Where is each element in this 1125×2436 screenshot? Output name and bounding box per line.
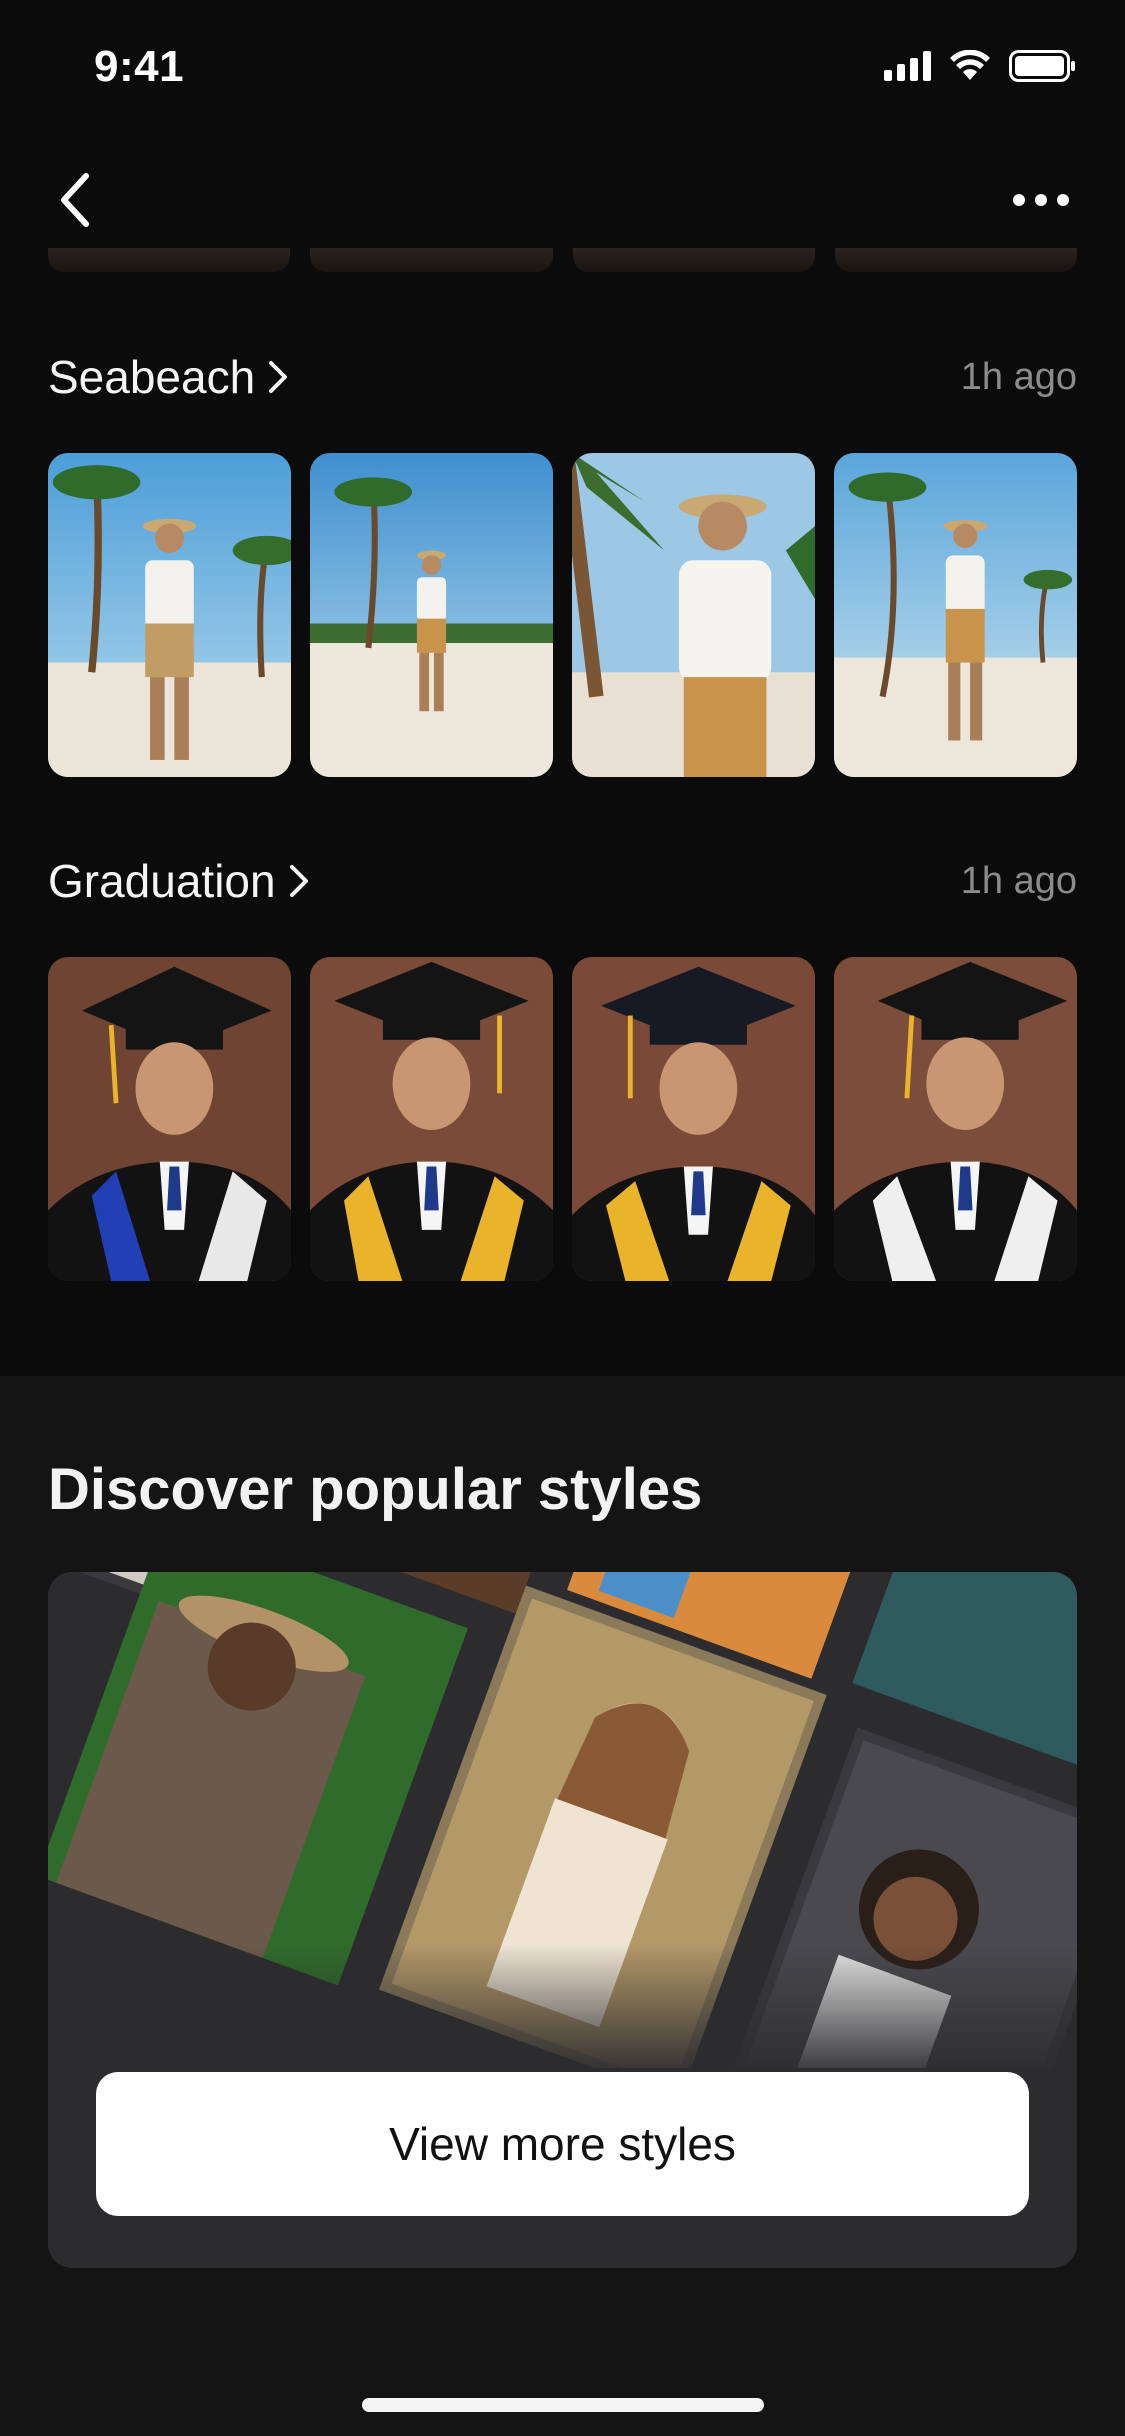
section-time: 1h ago [960, 859, 1077, 902]
chevron-right-icon [289, 865, 308, 897]
previous-photo-row [48, 248, 1077, 272]
wifi-icon [950, 50, 990, 80]
beach-photo-thumbnail[interactable] [310, 453, 553, 777]
cellular-signal-icon [884, 51, 931, 81]
ellipsis-icon [1013, 194, 1025, 206]
beach-photo-thumbnail[interactable] [572, 453, 815, 777]
graduation-photo-thumbnail[interactable] [572, 957, 815, 1281]
section-time: 1h ago [960, 355, 1077, 398]
battery-icon [1009, 50, 1075, 82]
section-title-text: Seabeach [48, 351, 256, 403]
section-title: Graduation [48, 854, 310, 908]
chevron-right-icon [269, 361, 288, 393]
discover-section: Discover popular styles View more styles [0, 1376, 1125, 2436]
seabeach-photo-row [48, 453, 1077, 777]
chevron-left-icon [61, 173, 89, 227]
section-title-text: Graduation [48, 855, 276, 907]
back-button[interactable] [44, 168, 108, 232]
graduation-photo-thumbnail[interactable] [834, 957, 1077, 1281]
section-title: Seabeach [48, 350, 289, 404]
styles-collage-card[interactable]: View more styles [48, 1572, 1077, 2268]
status-time: 9:41 [94, 42, 185, 91]
status-bar: 9:41 [0, 0, 1125, 140]
graduation-photo-thumbnail[interactable] [310, 957, 553, 1281]
graduation-photo-thumbnail[interactable] [48, 957, 291, 1281]
more-options-button[interactable] [1001, 168, 1081, 232]
graduation-photo-row [48, 957, 1077, 1281]
beach-photo-thumbnail[interactable] [48, 453, 291, 777]
home-indicator [362, 2398, 764, 2412]
status-icons [884, 50, 1077, 82]
nav-bar [0, 160, 1125, 240]
discover-title: Discover popular styles [48, 1457, 703, 1522]
view-more-styles-button[interactable]: View more styles [96, 2072, 1029, 2216]
beach-photo-thumbnail[interactable] [834, 453, 1077, 777]
styles-collage [48, 1572, 1077, 2068]
screen: 9:41 Seabeach 1h ago Graduation 1h ago D… [0, 0, 1125, 2436]
section-header-seabeach[interactable]: Seabeach 1h ago [48, 347, 1077, 407]
section-header-graduation[interactable]: Graduation 1h ago [48, 851, 1077, 911]
